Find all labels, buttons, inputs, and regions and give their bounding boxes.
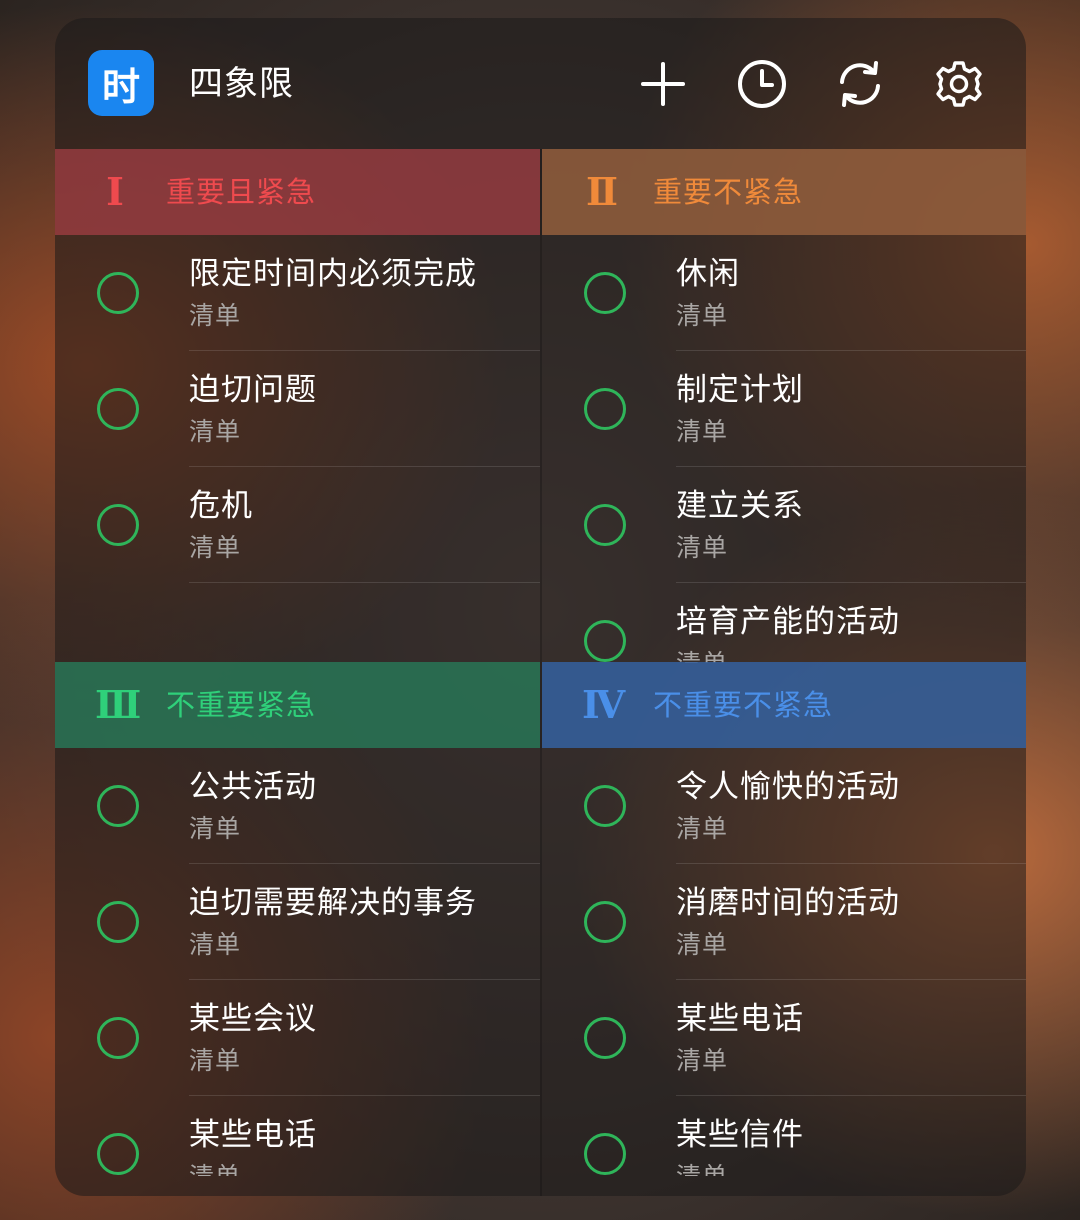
task-list-name: 清单 [189, 930, 242, 959]
quadrant-title: 不重要不紧急 [653, 688, 834, 722]
task-item[interactable]: 公共活动 清单 [55, 748, 540, 864]
task-list-name: 清单 [676, 417, 729, 446]
task-list-name: 清单 [189, 301, 242, 330]
task-list-name: 清单 [189, 1160, 241, 1176]
task-title: 迫切需要解决的事务 [189, 885, 477, 921]
quadrant-title: 重要不紧急 [653, 175, 804, 209]
task-item[interactable]: 消磨时间的活动 清单 [542, 864, 1026, 980]
quadrant-title: 不重要紧急 [166, 688, 317, 722]
task-checkbox[interactable] [584, 785, 626, 827]
quadrant-not-important-urgent: Ⅲ 不重要紧急 公共活动 清单 迫切需要解决的事务 清单 某些会议 清单 某些电… [55, 662, 540, 1176]
task-title: 某些电话 [189, 1117, 317, 1153]
task-title: 建立关系 [676, 488, 804, 524]
task-checkbox[interactable] [584, 620, 626, 662]
task-item[interactable]: 建立关系 清单 [542, 467, 1026, 583]
quadrant-widget: 时 四象限 Ⅰ 重要且紧急 限定时间内必须完成 清单 迫切问题 清单 危机 清单… [55, 18, 1026, 1196]
task-checkbox[interactable] [584, 1133, 626, 1175]
task-list-name: 清单 [676, 1160, 728, 1176]
task-list-name: 清单 [189, 533, 242, 562]
task-list-name: 清单 [189, 814, 242, 843]
settings-button[interactable] [933, 58, 985, 110]
task-list-name: 清单 [676, 930, 729, 959]
task-list-name: 清单 [676, 301, 729, 330]
task-checkbox[interactable] [584, 272, 626, 314]
task-checkbox[interactable] [97, 785, 139, 827]
task-list-name: 清单 [189, 1046, 242, 1075]
task-checkbox[interactable] [584, 388, 626, 430]
quadrant-separator [540, 149, 542, 1196]
task-item[interactable]: 迫切问题 清单 [55, 351, 540, 467]
task-item[interactable]: 危机 清单 [55, 467, 540, 583]
quadrant-numeral: Ⅳ [582, 682, 626, 727]
task-title: 某些电话 [676, 1001, 804, 1037]
history-button[interactable] [736, 58, 788, 110]
task-list: 公共活动 清单 迫切需要解决的事务 清单 某些会议 清单 某些电话 清单 [55, 748, 540, 1176]
task-checkbox[interactable] [97, 901, 139, 943]
task-checkbox[interactable] [97, 272, 139, 314]
task-checkbox[interactable] [584, 1017, 626, 1059]
task-item[interactable]: 某些会议 清单 [55, 980, 540, 1096]
divider [189, 582, 540, 583]
quadrant-numeral: Ⅲ [95, 682, 142, 727]
widget-title[interactable]: 四象限 [189, 62, 294, 106]
task-title: 公共活动 [189, 769, 317, 805]
app-logo-icon[interactable]: 时 [88, 50, 154, 116]
gear-icon [936, 61, 982, 107]
task-list: 限定时间内必须完成 清单 迫切问题 清单 危机 清单 [55, 235, 540, 583]
quadrant-header[interactable]: Ⅱ 重要不紧急 [542, 149, 1026, 235]
task-list-name: 清单 [676, 1046, 729, 1075]
quadrant-title: 重要且紧急 [166, 175, 317, 209]
task-item[interactable]: 制定计划 清单 [542, 351, 1026, 467]
task-list-name: 清单 [676, 814, 729, 843]
quadrant-important-urgent: Ⅰ 重要且紧急 限定时间内必须完成 清单 迫切问题 清单 危机 清单 [55, 149, 540, 663]
task-list: 令人愉快的活动 清单 消磨时间的活动 清单 某些电话 清单 某些信件 清单 [542, 748, 1026, 1176]
task-item[interactable]: 某些电话 清单 [542, 980, 1026, 1096]
task-checkbox[interactable] [97, 504, 139, 546]
task-item[interactable]: 某些信件 清单 [542, 1096, 1026, 1176]
task-list-name: 清单 [676, 533, 729, 562]
plus-icon [641, 62, 685, 106]
task-item[interactable]: 某些电话 清单 [55, 1096, 540, 1176]
task-title: 某些信件 [676, 1117, 804, 1153]
task-item[interactable]: 迫切需要解决的事务 清单 [55, 864, 540, 980]
task-title: 制定计划 [676, 372, 804, 408]
quadrant-header[interactable]: Ⅰ 重要且紧急 [55, 149, 540, 235]
task-item[interactable]: 限定时间内必须完成 清单 [55, 235, 540, 351]
task-item[interactable]: 令人愉快的活动 清单 [542, 748, 1026, 864]
task-title: 迫切问题 [189, 372, 317, 408]
sync-button[interactable] [834, 58, 886, 110]
task-checkbox[interactable] [584, 901, 626, 943]
task-title: 消磨时间的活动 [676, 885, 900, 921]
quadrant-header[interactable]: Ⅳ 不重要不紧急 [542, 662, 1026, 748]
task-checkbox[interactable] [584, 504, 626, 546]
quadrant-numeral: Ⅱ [585, 169, 619, 214]
task-title: 危机 [189, 488, 253, 524]
add-task-button[interactable] [637, 58, 689, 110]
quadrant-numeral: Ⅰ [106, 169, 124, 214]
task-checkbox[interactable] [97, 1133, 139, 1175]
quadrant-not-important-not-urgent: Ⅳ 不重要不紧急 令人愉快的活动 清单 消磨时间的活动 清单 某些电话 清单 某… [542, 662, 1026, 1176]
task-title: 休闲 [676, 256, 740, 292]
task-title: 令人愉快的活动 [676, 769, 900, 805]
task-checkbox[interactable] [97, 388, 139, 430]
quadrant-important-not-urgent: Ⅱ 重要不紧急 休闲 清单 制定计划 清单 建立关系 清单 培育产能的活动 [542, 149, 1026, 663]
task-list-name: 清单 [676, 647, 728, 663]
task-title: 限定时间内必须完成 [189, 256, 477, 292]
task-item[interactable]: 培育产能的活动 清单 [542, 583, 1026, 663]
task-list: 休闲 清单 制定计划 清单 建立关系 清单 培育产能的活动 清单 [542, 235, 1026, 663]
task-item[interactable]: 休闲 清单 [542, 235, 1026, 351]
clock-icon [738, 60, 786, 108]
task-list-name: 清单 [189, 417, 242, 446]
task-title: 培育产能的活动 [676, 604, 900, 640]
quadrant-header[interactable]: Ⅲ 不重要紧急 [55, 662, 540, 748]
task-title: 某些会议 [189, 1001, 317, 1037]
refresh-icon [840, 61, 880, 107]
task-checkbox[interactable] [97, 1017, 139, 1059]
widget-header: 时 四象限 [55, 18, 1026, 148]
